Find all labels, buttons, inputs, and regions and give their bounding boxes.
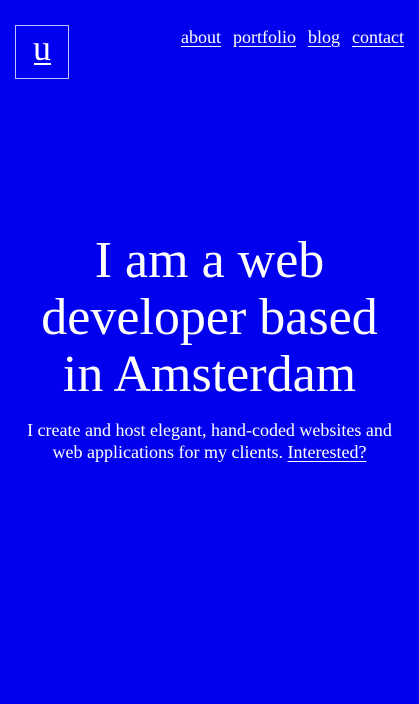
logo-link[interactable]: u <box>15 25 69 79</box>
hero-intro: I create and host elegant, hand-coded we… <box>20 419 400 463</box>
hero-headline: I am a web developer based in Amsterdam <box>41 232 378 403</box>
interested-link[interactable]: Interested? <box>288 442 367 462</box>
nav-link-portfolio[interactable]: portfolio <box>233 27 296 49</box>
logo-underline <box>34 63 51 65</box>
hero-section: I am a web developer based in Amsterdam … <box>0 232 419 463</box>
nav-link-blog[interactable]: blog <box>308 27 340 49</box>
nav-link-contact[interactable]: contact <box>352 27 404 49</box>
main-nav: about portfolio blog contact <box>181 27 404 49</box>
nav-link-about[interactable]: about <box>181 27 221 49</box>
logo-letter: u <box>33 28 51 68</box>
